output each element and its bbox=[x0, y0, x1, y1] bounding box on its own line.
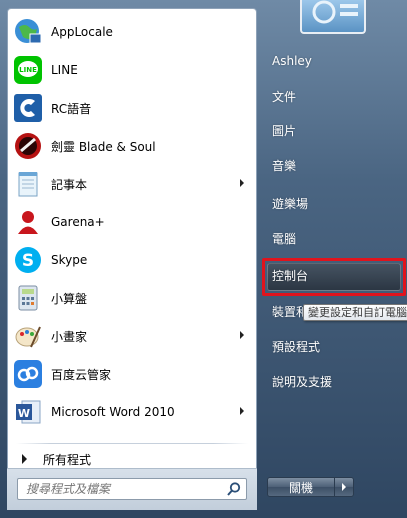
calculator-icon bbox=[12, 282, 44, 314]
link-control-panel[interactable]: 控制台 bbox=[272, 265, 308, 285]
search-area bbox=[7, 468, 257, 510]
user-picture[interactable] bbox=[300, 0, 366, 34]
search-icon[interactable] bbox=[226, 481, 242, 497]
svg-text:LINE: LINE bbox=[19, 66, 37, 74]
program-item-baidu-cloud[interactable]: 百度云管家 bbox=[8, 355, 256, 393]
link-games[interactable]: 遊樂場 bbox=[272, 193, 308, 213]
triangle-right-icon bbox=[22, 454, 27, 464]
program-item-skype[interactable]: S Skype bbox=[8, 241, 256, 279]
program-label: 小算盤 bbox=[51, 291, 88, 306]
program-label: 百度云管家 bbox=[51, 367, 112, 382]
baidu-cloud-icon bbox=[12, 358, 44, 390]
program-item-calculator[interactable]: 小算盤 bbox=[8, 279, 256, 317]
svg-text:S: S bbox=[22, 251, 34, 271]
start-menu: AppLocale LINE LINE RC語音 劍靈 Blade & Soul… bbox=[0, 0, 407, 518]
program-item-notepad[interactable]: 記事本 bbox=[8, 165, 256, 203]
program-item-word[interactable]: W Microsoft Word 2010 bbox=[8, 393, 256, 431]
submenu-arrow-icon bbox=[240, 179, 244, 187]
program-label: 劍靈 Blade & Soul bbox=[51, 139, 156, 154]
link-user-folder[interactable]: Ashley bbox=[272, 51, 312, 71]
program-label: LINE bbox=[51, 63, 78, 77]
program-pane: AppLocale LINE LINE RC語音 劍靈 Blade & Soul… bbox=[7, 8, 257, 510]
link-pictures[interactable]: 圖片 bbox=[272, 120, 296, 140]
submenu-arrow-icon bbox=[240, 407, 244, 415]
program-list: AppLocale LINE LINE RC語音 劍靈 Blade & Soul… bbox=[8, 13, 256, 431]
link-default-programs[interactable]: 預設程式 bbox=[272, 336, 320, 356]
search-input[interactable] bbox=[18, 479, 222, 499]
rc-voice-icon bbox=[12, 92, 44, 124]
program-label: 小畫家 bbox=[51, 329, 88, 344]
chevron-right-icon bbox=[342, 483, 346, 491]
paint-icon bbox=[12, 320, 44, 352]
submenu-arrow-icon bbox=[240, 331, 244, 339]
program-label: Skype bbox=[51, 253, 88, 267]
word-icon: W bbox=[12, 396, 44, 428]
line-icon: LINE bbox=[12, 54, 44, 86]
program-item-rc-voice[interactable]: RC語音 bbox=[8, 89, 256, 127]
shutdown-button[interactable]: 關機 bbox=[268, 478, 335, 496]
program-label: RC語音 bbox=[51, 101, 92, 116]
skype-icon: S bbox=[12, 244, 44, 276]
program-label: AppLocale bbox=[51, 25, 113, 39]
shutdown-control: 關機 bbox=[267, 477, 354, 497]
program-item-line[interactable]: LINE LINE bbox=[8, 51, 256, 89]
all-programs-button[interactable]: 所有程式 bbox=[16, 450, 91, 468]
search-box bbox=[17, 478, 247, 500]
program-item-blade-and-soul[interactable]: 劍靈 Blade & Soul bbox=[8, 127, 256, 165]
link-computer[interactable]: 電腦 bbox=[272, 228, 296, 248]
link-help-and-support[interactable]: 說明及支援 bbox=[272, 371, 332, 391]
all-programs-label: 所有程式 bbox=[43, 452, 92, 467]
program-label: 記事本 bbox=[51, 177, 88, 192]
program-item-garena[interactable]: Garena+ bbox=[8, 203, 256, 241]
shutdown-options-button[interactable] bbox=[335, 478, 353, 496]
applocale-icon bbox=[12, 16, 44, 48]
link-music[interactable]: 音樂 bbox=[272, 155, 296, 175]
link-documents[interactable]: 文件 bbox=[272, 86, 296, 106]
garena-icon bbox=[12, 206, 44, 238]
program-item-applocale[interactable]: AppLocale bbox=[8, 13, 256, 51]
svg-text:W: W bbox=[18, 407, 30, 420]
program-label: Microsoft Word 2010 bbox=[51, 405, 175, 419]
program-item-paint[interactable]: 小畫家 bbox=[8, 317, 256, 355]
blade-and-soul-icon bbox=[12, 130, 44, 162]
program-label: Garena+ bbox=[51, 215, 105, 229]
tooltip: 變更設定和自訂電腦 bbox=[303, 304, 407, 321]
separator bbox=[16, 443, 248, 444]
notepad-icon bbox=[12, 168, 44, 200]
